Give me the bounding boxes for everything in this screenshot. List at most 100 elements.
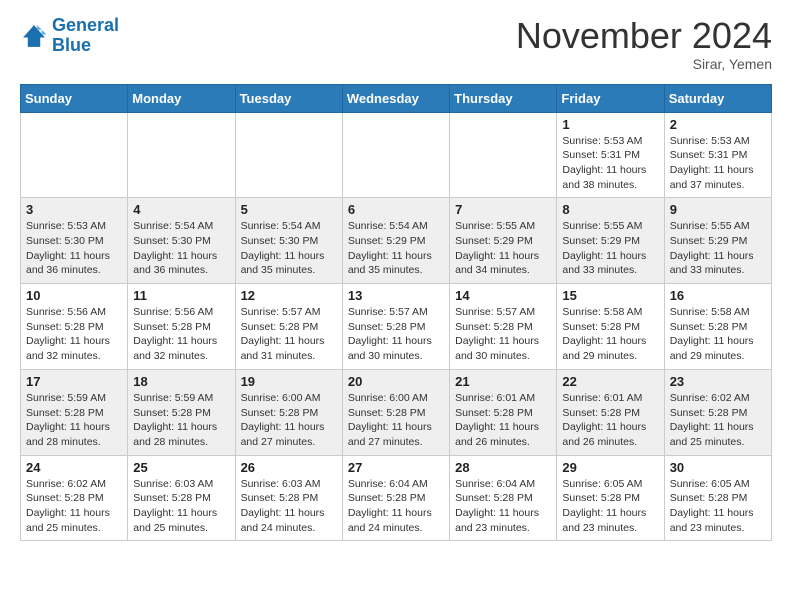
logo-icon xyxy=(20,22,48,50)
day-info: Sunrise: 5:55 AM Sunset: 5:29 PM Dayligh… xyxy=(455,219,551,278)
day-info: Sunrise: 6:00 AM Sunset: 5:28 PM Dayligh… xyxy=(348,391,444,450)
day-number: 3 xyxy=(26,202,122,217)
calendar-cell: 20 Sunrise: 6:00 AM Sunset: 5:28 PM Dayli… xyxy=(342,369,449,455)
calendar-cell: 24 Sunrise: 6:02 AM Sunset: 5:28 PM Dayli… xyxy=(21,455,128,541)
day-info: Sunrise: 6:01 AM Sunset: 5:28 PM Dayligh… xyxy=(562,391,658,450)
calendar-cell: 10Sunrise: 5:56 AM Sunset: 5:28 PM Dayli… xyxy=(21,284,128,370)
weekday-header: Tuesday xyxy=(235,84,342,112)
day-info: Sunrise: 6:04 AM Sunset: 5:28 PM Dayligh… xyxy=(348,477,444,536)
month-title: November 2024 xyxy=(516,16,772,56)
day-info: Sunrise: 5:55 AM Sunset: 5:29 PM Dayligh… xyxy=(562,219,658,278)
calendar-cell: 12 Sunrise: 5:57 AM Sunset: 5:28 PM Dayli… xyxy=(235,284,342,370)
day-info: Sunrise: 6:05 AM Sunset: 5:28 PM Dayligh… xyxy=(670,477,766,536)
location: Sirar, Yemen xyxy=(516,56,772,72)
day-number: 4 xyxy=(133,202,229,217)
day-info: Sunrise: 6:00 AM Sunset: 5:28 PM Dayligh… xyxy=(241,391,337,450)
day-number: 29 xyxy=(562,460,658,475)
weekday-header: Saturday xyxy=(664,84,771,112)
day-info: Sunrise: 5:59 AM Sunset: 5:28 PM Dayligh… xyxy=(26,391,122,450)
day-number: 26 xyxy=(241,460,337,475)
calendar-cell: 7 Sunrise: 5:55 AM Sunset: 5:29 PM Daylig… xyxy=(450,198,557,284)
day-number: 16 xyxy=(670,288,766,303)
calendar-cell: 21 Sunrise: 6:01 AM Sunset: 5:28 PM Dayli… xyxy=(450,369,557,455)
calendar-week-row: 24 Sunrise: 6:02 AM Sunset: 5:28 PM Dayli… xyxy=(21,455,772,541)
calendar-cell: 27 Sunrise: 6:04 AM Sunset: 5:28 PM Dayli… xyxy=(342,455,449,541)
day-number: 23 xyxy=(670,374,766,389)
day-number: 15 xyxy=(562,288,658,303)
day-number: 7 xyxy=(455,202,551,217)
calendar-cell: 13 Sunrise: 5:57 AM Sunset: 5:28 PM Dayli… xyxy=(342,284,449,370)
weekday-header: Thursday xyxy=(450,84,557,112)
day-number: 2 xyxy=(670,117,766,132)
day-info: Sunrise: 5:57 AM Sunset: 5:28 PM Dayligh… xyxy=(348,305,444,364)
day-info: Sunrise: 5:58 AM Sunset: 5:28 PM Dayligh… xyxy=(562,305,658,364)
calendar-cell: 11 Sunrise: 5:56 AM Sunset: 5:28 PM Dayli… xyxy=(128,284,235,370)
page: General Blue November 2024 Sirar, Yemen … xyxy=(0,0,792,561)
calendar-cell: 17 Sunrise: 5:59 AM Sunset: 5:28 PM Dayli… xyxy=(21,369,128,455)
day-number: 19 xyxy=(241,374,337,389)
calendar-cell: 29 Sunrise: 6:05 AM Sunset: 5:28 PM Dayli… xyxy=(557,455,664,541)
day-number: 1 xyxy=(562,117,658,132)
logo-line1: General xyxy=(52,15,119,35)
calendar-cell: 19 Sunrise: 6:00 AM Sunset: 5:28 PM Dayli… xyxy=(235,369,342,455)
title-block: November 2024 Sirar, Yemen xyxy=(516,16,772,72)
day-info: Sunrise: 5:54 AM Sunset: 5:30 PM Dayligh… xyxy=(241,219,337,278)
day-number: 11 xyxy=(133,288,229,303)
day-number: 27 xyxy=(348,460,444,475)
day-info: Sunrise: 6:02 AM Sunset: 5:28 PM Dayligh… xyxy=(26,477,122,536)
day-info: Sunrise: 6:01 AM Sunset: 5:28 PM Dayligh… xyxy=(455,391,551,450)
day-info: Sunrise: 5:55 AM Sunset: 5:29 PM Dayligh… xyxy=(670,219,766,278)
day-number: 20 xyxy=(348,374,444,389)
day-info: Sunrise: 5:56 AM Sunset: 5:28 PM Dayligh… xyxy=(133,305,229,364)
day-number: 21 xyxy=(455,374,551,389)
day-number: 30 xyxy=(670,460,766,475)
day-number: 22 xyxy=(562,374,658,389)
day-number: 24 xyxy=(26,460,122,475)
day-info: Sunrise: 5:56 AM Sunset: 5:28 PM Dayligh… xyxy=(26,305,122,364)
day-number: 17 xyxy=(26,374,122,389)
day-number: 25 xyxy=(133,460,229,475)
day-number: 28 xyxy=(455,460,551,475)
calendar-cell xyxy=(342,112,449,198)
calendar-cell: 26Sunrise: 6:03 AM Sunset: 5:28 PM Dayli… xyxy=(235,455,342,541)
calendar-cell: 30 Sunrise: 6:05 AM Sunset: 5:28 PM Dayli… xyxy=(664,455,771,541)
logo-text: General Blue xyxy=(52,16,119,56)
calendar-cell xyxy=(21,112,128,198)
day-number: 8 xyxy=(562,202,658,217)
day-number: 5 xyxy=(241,202,337,217)
calendar-cell: 16 Sunrise: 5:58 AM Sunset: 5:28 PM Dayli… xyxy=(664,284,771,370)
calendar-cell xyxy=(450,112,557,198)
calendar-cell: 5 Sunrise: 5:54 AM Sunset: 5:30 PM Daylig… xyxy=(235,198,342,284)
calendar-cell: 14Sunrise: 5:57 AM Sunset: 5:28 PM Dayli… xyxy=(450,284,557,370)
weekday-header-row: SundayMondayTuesdayWednesdayThursdayFrid… xyxy=(21,84,772,112)
calendar-cell: 1Sunrise: 5:53 AM Sunset: 5:31 PM Daylig… xyxy=(557,112,664,198)
day-number: 12 xyxy=(241,288,337,303)
day-info: Sunrise: 5:57 AM Sunset: 5:28 PM Dayligh… xyxy=(241,305,337,364)
day-info: Sunrise: 6:04 AM Sunset: 5:28 PM Dayligh… xyxy=(455,477,551,536)
weekday-header: Monday xyxy=(128,84,235,112)
calendar-week-row: 3Sunrise: 5:53 AM Sunset: 5:30 PM Daylig… xyxy=(21,198,772,284)
calendar-week-row: 10Sunrise: 5:56 AM Sunset: 5:28 PM Dayli… xyxy=(21,284,772,370)
day-info: Sunrise: 6:05 AM Sunset: 5:28 PM Dayligh… xyxy=(562,477,658,536)
logo-line2: Blue xyxy=(52,35,91,55)
logo: General Blue xyxy=(20,16,119,56)
calendar-cell: 2Sunrise: 5:53 AM Sunset: 5:31 PM Daylig… xyxy=(664,112,771,198)
calendar-cell: 18Sunrise: 5:59 AM Sunset: 5:28 PM Dayli… xyxy=(128,369,235,455)
calendar-cell: 22 Sunrise: 6:01 AM Sunset: 5:28 PM Dayli… xyxy=(557,369,664,455)
calendar-cell xyxy=(128,112,235,198)
day-number: 18 xyxy=(133,374,229,389)
calendar-cell: 23 Sunrise: 6:02 AM Sunset: 5:28 PM Dayli… xyxy=(664,369,771,455)
day-info: Sunrise: 5:57 AM Sunset: 5:28 PM Dayligh… xyxy=(455,305,551,364)
calendar-week-row: 17 Sunrise: 5:59 AM Sunset: 5:28 PM Dayli… xyxy=(21,369,772,455)
calendar-cell: 9Sunrise: 5:55 AM Sunset: 5:29 PM Daylig… xyxy=(664,198,771,284)
day-number: 13 xyxy=(348,288,444,303)
weekday-header: Friday xyxy=(557,84,664,112)
day-info: Sunrise: 5:58 AM Sunset: 5:28 PM Dayligh… xyxy=(670,305,766,364)
day-info: Sunrise: 5:54 AM Sunset: 5:29 PM Dayligh… xyxy=(348,219,444,278)
header: General Blue November 2024 Sirar, Yemen xyxy=(20,16,772,72)
calendar-cell: 6Sunrise: 5:54 AM Sunset: 5:29 PM Daylig… xyxy=(342,198,449,284)
calendar-cell: 25Sunrise: 6:03 AM Sunset: 5:28 PM Dayli… xyxy=(128,455,235,541)
day-info: Sunrise: 6:02 AM Sunset: 5:28 PM Dayligh… xyxy=(670,391,766,450)
calendar-cell: 28 Sunrise: 6:04 AM Sunset: 5:28 PM Dayli… xyxy=(450,455,557,541)
weekday-header: Wednesday xyxy=(342,84,449,112)
